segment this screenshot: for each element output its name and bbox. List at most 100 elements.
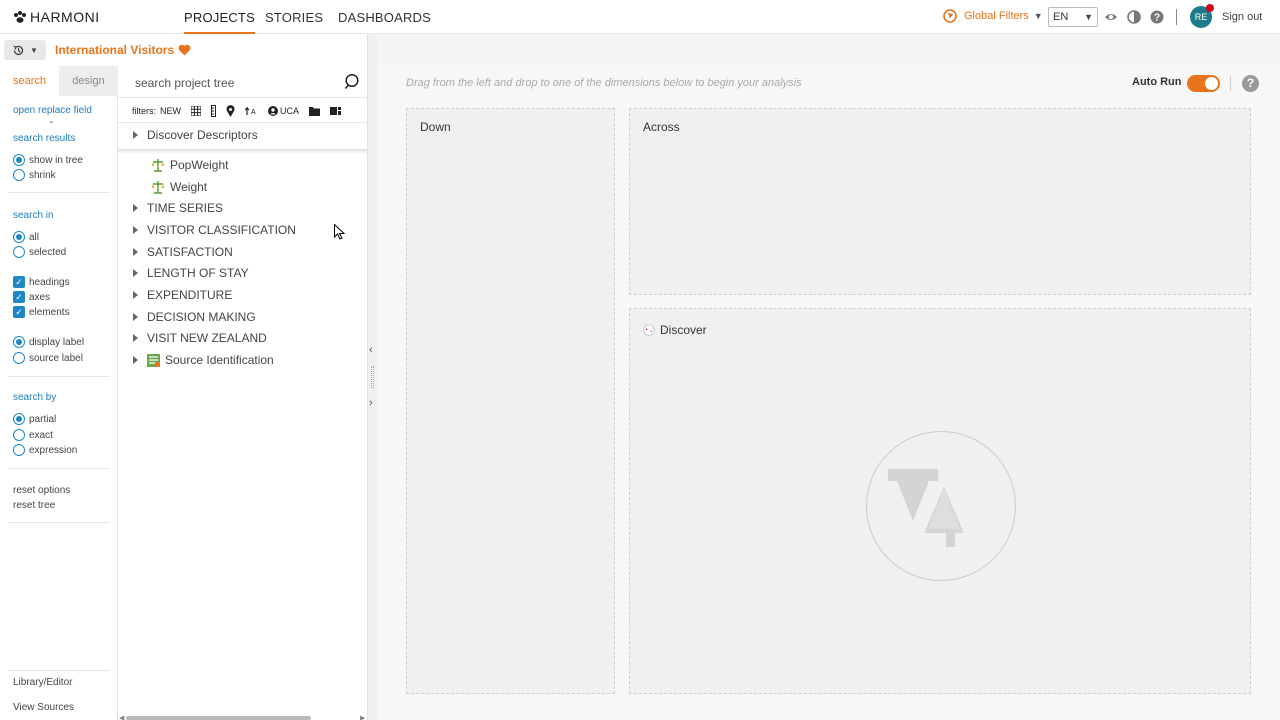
sign-out-link[interactable]: Sign out (1222, 11, 1262, 23)
tree-item-label: Weight (170, 180, 208, 194)
tree-item-decision-making[interactable]: DECISION MAKING (118, 306, 367, 328)
open-replace-field-link[interactable]: open replace field (13, 105, 92, 116)
scroll-left-icon[interactable]: ◀ (119, 714, 124, 720)
svg-text:A: A (251, 109, 256, 116)
tree-item-popweight[interactable]: PopWeight (118, 154, 367, 176)
drag-handle-icon[interactable] (371, 366, 374, 388)
brand-logo[interactable]: HARMONI (13, 9, 100, 25)
horizontal-scrollbar[interactable]: ◀ ▶ (118, 710, 367, 720)
scroll-right-icon[interactable]: ▶ (360, 714, 365, 720)
tree-item-weight[interactable]: Weight (118, 176, 367, 198)
panel-splitter[interactable]: ‹ › (367, 34, 377, 720)
language-select[interactable]: EN ▼ (1048, 7, 1098, 27)
caret-right-icon[interactable] (133, 226, 138, 234)
sort-icon[interactable]: A (245, 106, 258, 116)
help-icon[interactable]: ? (1242, 75, 1259, 92)
location-pin-icon[interactable] (226, 104, 235, 117)
tree-item-label: LENGTH OF STAY (147, 266, 249, 280)
search-by-heading: search by (13, 392, 57, 403)
search-input[interactable]: search project tree (135, 76, 234, 90)
project-title-text: International Visitors (55, 43, 175, 57)
contrast-icon[interactable] (1127, 10, 1141, 24)
radio-source-label[interactable]: source label (13, 352, 83, 364)
grid-icon[interactable] (191, 105, 202, 116)
tree-item-visitor-classification[interactable]: VISITOR CLASSIFICATION (118, 219, 367, 241)
radio-checked-icon (13, 154, 25, 166)
nav-divider (1176, 9, 1177, 25)
radio-unchecked-icon (13, 429, 25, 441)
radio-display-label[interactable]: display label (13, 336, 84, 348)
caret-right-icon[interactable] (133, 291, 138, 299)
tree-item-length-of-stay[interactable]: LENGTH OF STAY (118, 262, 367, 284)
eye-icon[interactable] (1104, 10, 1118, 24)
expand-right-icon[interactable]: › (369, 397, 373, 409)
tree-item-label: VISIT NEW ZEALAND (147, 331, 267, 345)
tree-item-satisfaction[interactable]: SATISFACTION (118, 241, 367, 263)
tab-search[interactable]: search (0, 66, 59, 96)
down-drop-zone[interactable]: Down (406, 108, 615, 694)
nav-tab-projects[interactable]: PROJECTS (184, 10, 255, 34)
source-table-icon (147, 353, 160, 367)
tree-item-visit-new-zealand[interactable]: VISIT NEW ZEALAND (118, 327, 367, 349)
global-filters-button[interactable]: Global Filters ▼ (943, 9, 1043, 23)
folder-icon[interactable] (309, 106, 321, 116)
svg-text:?: ? (1154, 13, 1160, 24)
layout-icon[interactable] (330, 106, 342, 116)
caret-right-icon[interactable] (133, 131, 138, 139)
tree-item-expenditure[interactable]: EXPENDITURE (118, 284, 367, 306)
paw-icon (14, 11, 26, 23)
reset-tree-link[interactable]: reset tree (13, 500, 55, 511)
radio-label: all (29, 231, 40, 243)
across-label: Across (643, 120, 680, 134)
radio-label: show in tree (29, 154, 83, 166)
collapse-left-icon[interactable]: ‹ (369, 344, 373, 356)
checkbox-elements[interactable]: ✓ elements (13, 306, 70, 318)
search-icon[interactable] (344, 73, 361, 90)
nav-tab-stories[interactable]: STORIES (265, 10, 323, 25)
scrollbar-thumb[interactable] (126, 716, 311, 720)
checkbox-label: headings (29, 276, 70, 288)
tree-item-time-series[interactable]: TIME SERIES (118, 197, 367, 219)
chevron-down-icon[interactable]: ⌄ (48, 116, 55, 125)
heart-icon[interactable] (178, 44, 191, 56)
radio-selected[interactable]: selected (13, 246, 66, 258)
avatar[interactable]: RE (1190, 4, 1214, 28)
across-drop-zone[interactable]: Across (629, 108, 1251, 295)
tab-design[interactable]: design (59, 66, 118, 96)
checkbox-headings[interactable]: ✓ headings (13, 276, 70, 288)
filter-uca-button[interactable]: UCA (268, 105, 299, 116)
drag-hint: Drag from the left and drop to one of th… (406, 77, 802, 89)
auto-run-toggle[interactable] (1187, 75, 1220, 92)
help-icon[interactable]: ? (1150, 10, 1164, 24)
radio-expression[interactable]: expression (13, 444, 77, 456)
radio-exact[interactable]: exact (13, 429, 53, 441)
caret-right-icon[interactable] (133, 313, 138, 321)
tree-item-discover-descriptors[interactable]: Discover Descriptors (118, 124, 367, 146)
tree-item-source-identification[interactable]: Source Identification (118, 349, 367, 371)
radio-shrink[interactable]: shrink (13, 169, 56, 181)
caret-right-icon[interactable] (133, 248, 138, 256)
radio-label: exact (29, 429, 53, 441)
tree-item-label: Discover Descriptors (147, 128, 258, 142)
radio-partial[interactable]: partial (13, 413, 56, 425)
library-editor-link[interactable]: Library/Editor (13, 677, 72, 688)
history-button[interactable]: ▼ (4, 40, 46, 60)
radio-all[interactable]: all (13, 231, 39, 243)
caret-right-icon[interactable] (133, 204, 138, 212)
caret-right-icon[interactable] (133, 356, 138, 364)
ruler-icon[interactable] (211, 104, 217, 117)
nav-tab-dashboards[interactable]: DASHBOARDS (338, 10, 431, 25)
tree-search-box[interactable]: search project tree (118, 66, 367, 98)
filter-new-button[interactable]: NEW (160, 106, 181, 116)
checkbox-axes[interactable]: ✓ axes (13, 291, 50, 303)
caret-right-icon[interactable] (133, 334, 138, 342)
radio-unchecked-icon (13, 444, 25, 456)
divider (8, 468, 110, 469)
view-sources-link[interactable]: View Sources (13, 702, 74, 713)
discover-drop-zone[interactable]: Discover (629, 308, 1251, 694)
radio-label: selected (29, 246, 67, 258)
reset-options-link[interactable]: reset options (13, 485, 70, 496)
caret-right-icon[interactable] (133, 269, 138, 277)
radio-show-in-tree[interactable]: show in tree (13, 154, 83, 166)
divider (8, 522, 110, 523)
